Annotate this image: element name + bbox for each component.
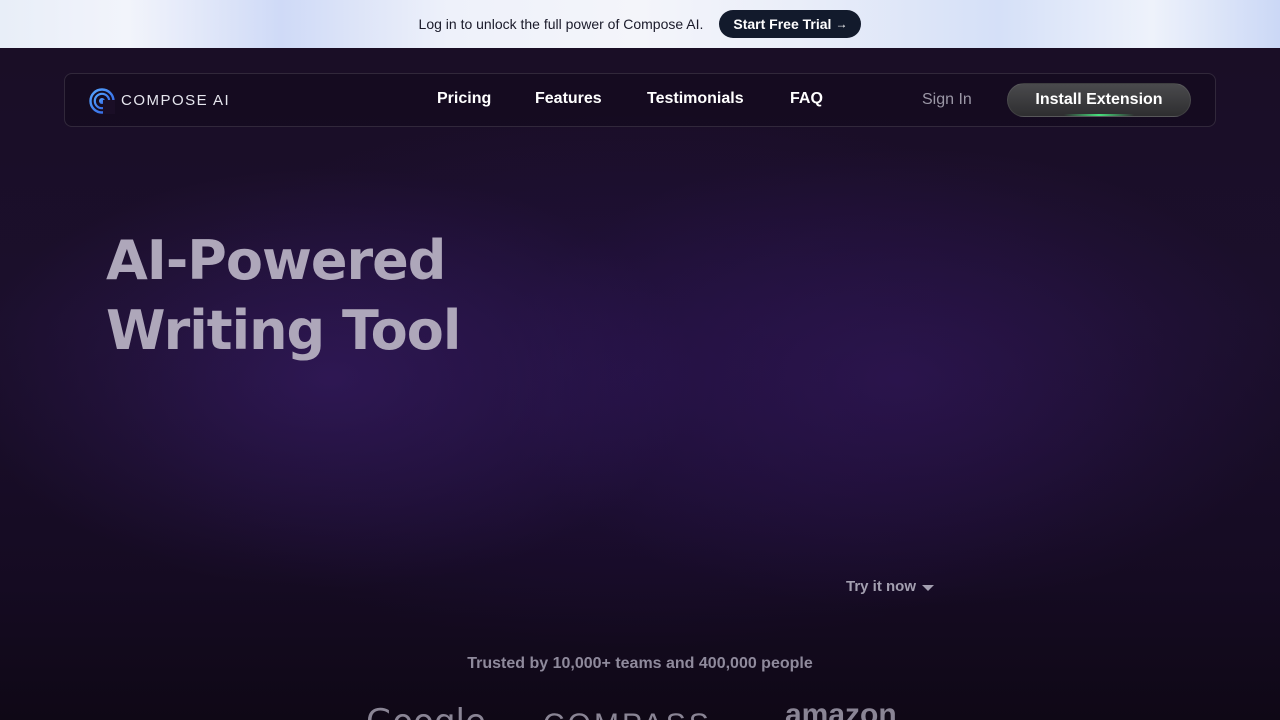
main-navbar: COMPOSE AI Pricing Features Testimonials… — [64, 73, 1216, 127]
promo-text: Log in to unlock the full power of Compo… — [418, 16, 704, 32]
amazon-logo: amazon — [785, 700, 897, 720]
hero-title-line-2: Writing Tool — [106, 299, 461, 362]
compass-logo: COMPASS — [543, 708, 712, 720]
brand-logos-row: Google COMPASS amazon — [0, 700, 1280, 720]
nav-link-pricing[interactable]: Pricing — [437, 90, 491, 108]
compose-ai-logo-icon — [89, 87, 115, 114]
hero-title-line-1: AI-Powered — [106, 229, 446, 292]
logo-text: COMPOSE AI — [121, 92, 231, 109]
nav-link-testimonials[interactable]: Testimonials — [647, 90, 744, 108]
caret-down-icon — [922, 585, 935, 591]
arrow-right-icon: → — [835, 17, 848, 31]
promo-banner: Log in to unlock the full power of Compo… — [0, 0, 1280, 48]
try-it-now-label: Try it now — [846, 578, 917, 595]
trusted-by-text: Trusted by 10,000+ teams and 400,000 peo… — [467, 655, 813, 672]
compose-ai-logo[interactable]: COMPOSE AI — [89, 87, 230, 114]
start-free-trial-label: Start Free Trial — [733, 16, 832, 32]
start-free-trial-button[interactable]: Start Free Trial → — [719, 10, 862, 38]
try-it-now-button[interactable]: Try it now — [846, 578, 935, 595]
hero-title: AI-Powered Writing Tool — [106, 226, 526, 366]
sign-in-link[interactable]: Sign In — [922, 91, 972, 109]
hero-background — [0, 48, 1280, 720]
nav-link-features[interactable]: Features — [535, 90, 602, 108]
google-logo: Google — [366, 702, 486, 720]
nav-link-faq[interactable]: FAQ — [790, 90, 823, 108]
install-extension-button[interactable]: Install Extension — [1007, 83, 1191, 117]
